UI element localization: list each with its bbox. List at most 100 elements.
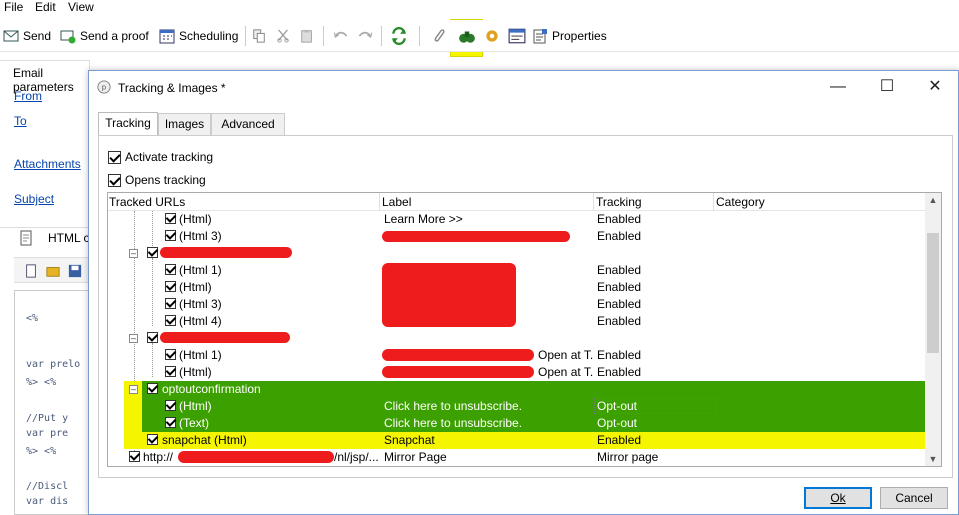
tab-advanced[interactable]: Advanced <box>211 113 285 135</box>
table-row[interactable]: (Html 1) Enabled <box>108 262 926 279</box>
table-row[interactable]: (Text) Click here to unsubscribe. Opt-ou… <box>108 415 926 432</box>
row-checkbox[interactable] <box>165 213 176 224</box>
close-icon[interactable]: ✕ <box>925 77 945 97</box>
table-row[interactable]: snapchat (Html) Snapchat Enabled <box>108 432 926 449</box>
cancel-button[interactable]: Cancel <box>880 487 948 509</box>
refresh-icon[interactable] <box>390 27 408 45</box>
redo-icon[interactable] <box>356 27 374 45</box>
row-checkbox[interactable] <box>147 383 158 394</box>
table-row[interactable]: (Html) Enabled <box>108 279 926 296</box>
table-row[interactable]: http:// /nl/jsp/... Mirror Page Mirror p… <box>108 449 926 466</box>
row-checkbox[interactable] <box>165 315 176 326</box>
minimize-icon[interactable]: — <box>828 77 848 97</box>
code-line: var pre <box>26 428 69 439</box>
tab-tracking[interactable]: Tracking <box>98 112 158 136</box>
table-row[interactable]: – <box>108 330 926 347</box>
table-row[interactable]: (Html 3) Enabled <box>108 228 926 245</box>
subject-link[interactable]: Subject <box>14 192 54 206</box>
row-checkbox[interactable] <box>129 451 140 462</box>
table-row[interactable]: – optoutconfirmation <box>108 381 926 398</box>
table-row[interactable]: (Html 1) Open at T. Enabled <box>108 347 926 364</box>
scrollbar-thumb[interactable] <box>927 233 939 353</box>
row-checkbox[interactable] <box>165 281 176 292</box>
tracking-icon[interactable] <box>458 27 476 45</box>
row-url: (Html 4) <box>179 314 222 328</box>
row-tracking: Enabled <box>597 297 642 311</box>
tracked-urls-list[interactable]: Tracked URLs Label Tracking Category (Ht… <box>107 192 942 467</box>
row-checkbox[interactable] <box>165 417 176 428</box>
menu-edit[interactable]: Edit <box>35 0 56 14</box>
paste-icon[interactable] <box>300 27 314 45</box>
column-header-urls[interactable]: Tracked URLs <box>109 195 185 209</box>
gear-icon[interactable] <box>483 27 501 45</box>
row-url: (Html) <box>179 212 212 226</box>
vertical-scrollbar[interactable]: ▲ ▼ <box>925 193 941 466</box>
attachments-link[interactable]: Attachments <box>14 157 81 171</box>
collapse-icon[interactable]: – <box>129 249 138 258</box>
redaction-mark <box>382 231 570 242</box>
send-proof-button[interactable]: Send a proof <box>60 27 149 45</box>
scroll-up-icon[interactable]: ▲ <box>928 195 938 205</box>
activate-tracking-checkbox[interactable] <box>108 150 121 164</box>
row-label: Open at T. <box>538 365 594 379</box>
row-url: (Text) <box>179 416 209 430</box>
save-icon[interactable] <box>68 264 82 278</box>
row-checkbox[interactable] <box>147 247 158 258</box>
row-checkbox[interactable] <box>165 400 176 411</box>
row-checkbox[interactable] <box>165 264 176 275</box>
code-line: //Put y <box>26 413 69 424</box>
table-row[interactable]: (Html) Open at T. Enabled <box>108 364 926 381</box>
row-checkbox[interactable] <box>147 332 158 343</box>
row-tracking: Enabled <box>597 365 642 379</box>
scheduling-button[interactable]: Scheduling <box>159 27 238 45</box>
new-file-icon[interactable] <box>24 264 38 278</box>
row-tracking: Enabled <box>597 433 642 447</box>
attachment-icon[interactable] <box>430 27 448 45</box>
menu-view[interactable]: View <box>68 0 94 14</box>
send-proof-label: Send a proof <box>80 29 149 43</box>
undo-icon[interactable] <box>332 27 350 45</box>
table-row[interactable]: (Html 4) Enabled <box>108 313 926 330</box>
row-checkbox[interactable] <box>165 366 176 377</box>
cut-icon[interactable] <box>276 27 290 45</box>
tab-images[interactable]: Images <box>158 113 211 135</box>
maximize-icon[interactable]: ☐ <box>877 77 897 97</box>
table-row[interactable]: (Html) Click here to unsubscribe. Opt-ou… <box>108 398 926 415</box>
row-tracking: Enabled <box>597 280 642 294</box>
row-label: Open at T. <box>538 348 594 362</box>
collapse-icon[interactable]: – <box>129 385 138 394</box>
collapse-icon[interactable]: – <box>129 334 138 343</box>
row-url-start: http:// <box>143 450 174 464</box>
window-settings-icon[interactable] <box>508 27 526 45</box>
to-link[interactable]: To <box>14 114 27 128</box>
column-header-category[interactable]: Category <box>716 195 765 209</box>
opens-tracking-option[interactable]: Opens tracking <box>108 172 206 188</box>
column-header-label[interactable]: Label <box>382 195 411 209</box>
scroll-down-icon[interactable]: ▼ <box>928 454 938 464</box>
row-checkbox[interactable] <box>165 230 176 241</box>
calendar-icon <box>159 29 175 44</box>
dialog-titlebar: p Tracking & Images * — ☐ ✕ <box>89 71 958 104</box>
opens-tracking-checkbox[interactable] <box>108 173 121 187</box>
row-checkbox[interactable] <box>147 434 158 445</box>
table-row[interactable]: (Html) Learn More >> Enabled <box>108 211 926 228</box>
copy-icon[interactable] <box>252 27 266 45</box>
from-link[interactable]: From <box>14 89 42 103</box>
html-tab-label[interactable]: HTML c <box>48 231 90 245</box>
activate-tracking-option[interactable]: Activate tracking <box>108 149 213 165</box>
column-divider <box>713 193 714 211</box>
row-checkbox[interactable] <box>165 349 176 360</box>
html-code-editor[interactable]: <% var prelo %> <% //Put y var pre %> <%… <box>14 290 90 515</box>
properties-button[interactable]: Properties <box>532 27 607 45</box>
send-button[interactable]: Send <box>3 27 51 45</box>
code-line: var prelo <box>26 359 81 370</box>
column-divider <box>593 193 594 211</box>
open-folder-icon[interactable] <box>46 264 60 278</box>
row-url: (Html) <box>179 280 212 294</box>
ok-button[interactable]: Ok <box>804 487 872 509</box>
menu-file[interactable]: File <box>4 0 23 14</box>
table-row[interactable]: – <box>108 245 926 262</box>
column-header-tracking[interactable]: Tracking <box>596 195 642 209</box>
table-row[interactable]: (Html 3) Enabled <box>108 296 926 313</box>
row-checkbox[interactable] <box>165 298 176 309</box>
